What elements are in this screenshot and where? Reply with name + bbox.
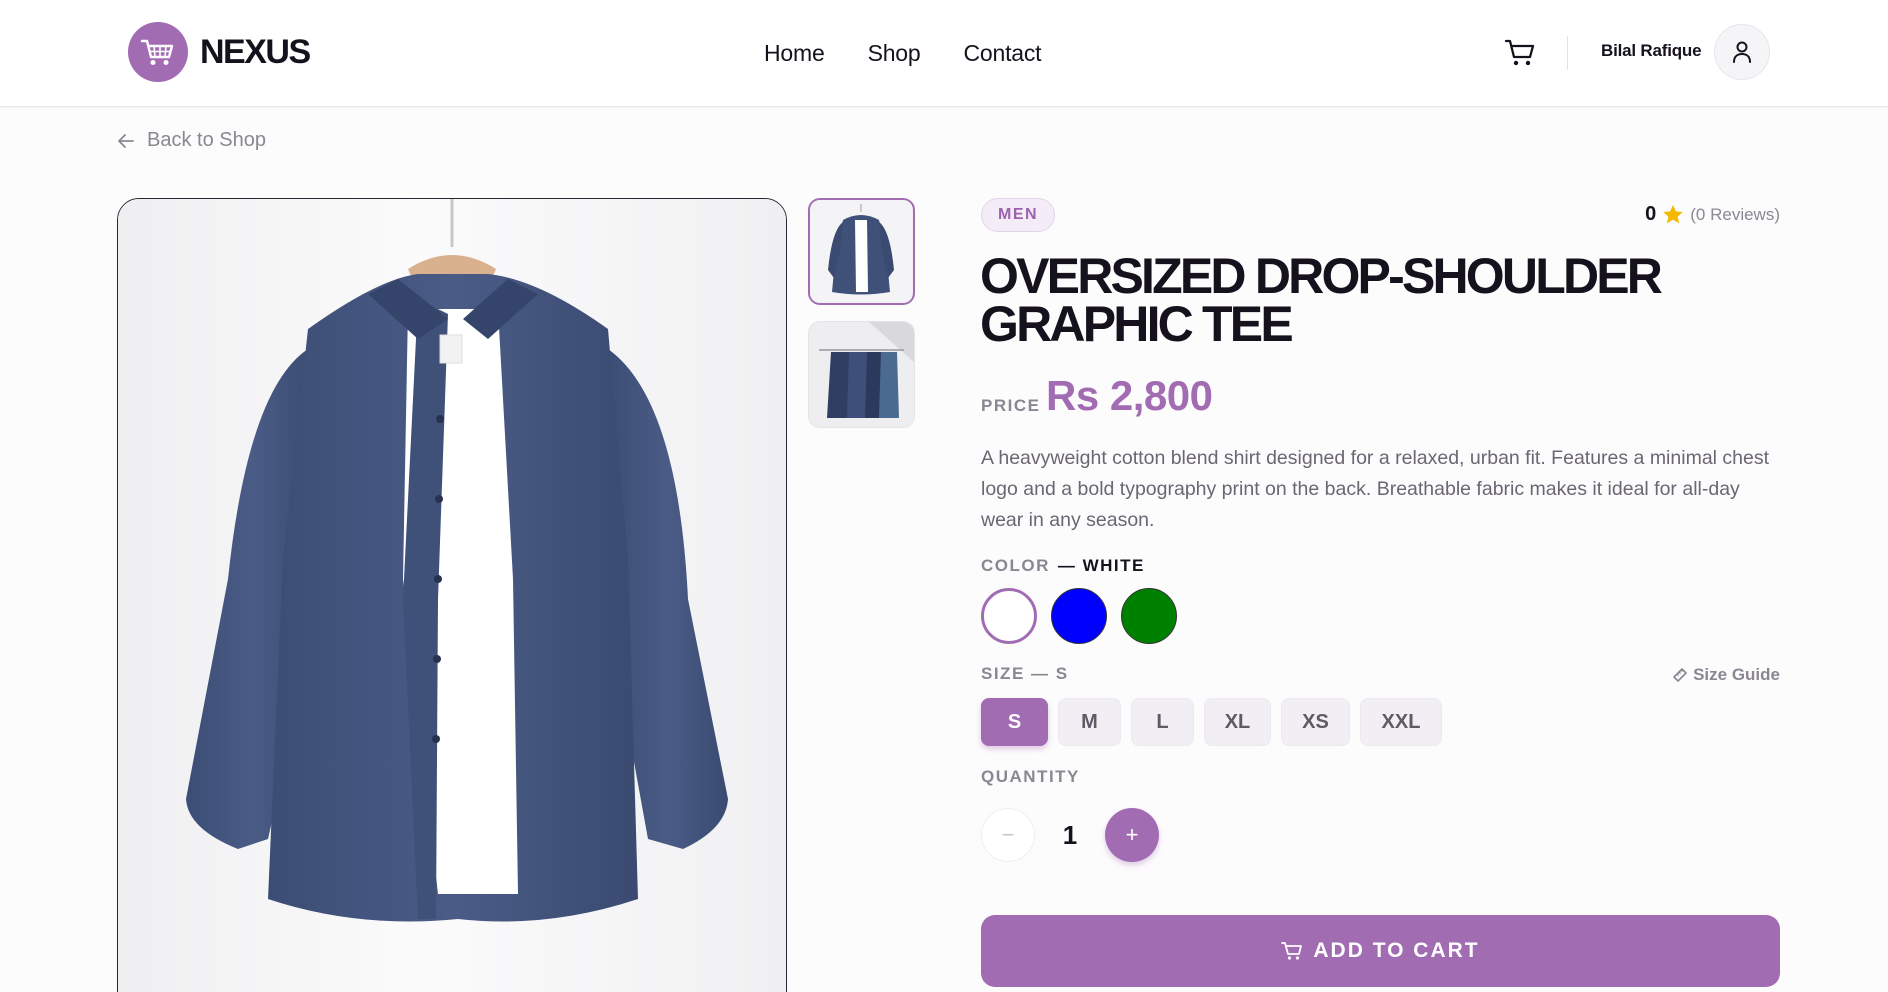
size-label: SIZE — S (981, 664, 1069, 683)
color-label: COLOR — WHITE (981, 556, 1145, 576)
main-nav: Home Shop Contact (764, 40, 1042, 67)
color-swatch-white[interactable] (981, 588, 1037, 644)
quantity-label: QUANTITY (981, 767, 1080, 786)
color-label-text: COLOR (981, 556, 1050, 575)
back-to-shop-link[interactable]: Back to Shop (117, 129, 266, 152)
star-icon (1663, 205, 1684, 224)
cart-icon[interactable] (1500, 34, 1540, 72)
color-swatches (981, 588, 1177, 644)
product-main-image (117, 198, 787, 992)
rating-value: 0 (1645, 203, 1657, 225)
review-count: (0 Reviews) (1690, 204, 1780, 224)
brand-name: NEXUS (200, 32, 311, 71)
size-option-xs[interactable]: XS (1281, 698, 1350, 746)
thumbnail-1[interactable] (808, 198, 915, 305)
size-option-xl[interactable]: XL (1204, 698, 1271, 746)
quantity-value: 1 (1062, 819, 1078, 850)
nav-link-home[interactable]: Home (764, 40, 825, 67)
color-swatch-blue[interactable] (1051, 588, 1107, 644)
back-to-shop-label: Back to Shop (147, 129, 266, 151)
quantity-increase-button[interactable]: + (1105, 808, 1159, 862)
thumbnail-list (808, 198, 915, 428)
thumbnail-2[interactable] (808, 321, 915, 428)
product-title: OVERSIZED DROP-SHOULDER GRAPHIC TEE (980, 248, 1663, 352)
cart-icon (1281, 942, 1303, 960)
size-guide-link[interactable]: Size Guide (1671, 665, 1780, 685)
size-option-m[interactable]: M (1058, 698, 1121, 746)
shopping-cart-logo-icon (128, 22, 188, 82)
header-divider (1567, 36, 1568, 70)
size-options: S M L XL XS XXL (981, 698, 1442, 746)
color-swatch-green[interactable] (1121, 588, 1177, 644)
ruler-icon (1673, 668, 1687, 682)
site-header: NEXUS Home Shop Contact Bilal Rafique (0, 0, 1888, 107)
category-tag[interactable]: MEN (981, 198, 1056, 232)
price-label: PRICE (981, 396, 1041, 415)
size-option-s[interactable]: S (981, 698, 1048, 746)
arrow-left-icon (118, 133, 134, 148)
user-icon (1733, 41, 1751, 63)
brand[interactable]: NEXUS (128, 22, 311, 82)
size-option-l[interactable]: L (1131, 698, 1194, 746)
user-avatar[interactable] (1714, 24, 1770, 80)
size-option-xxl[interactable]: XXL (1360, 698, 1442, 746)
add-to-cart-label: ADD TO CART (1313, 939, 1480, 962)
selected-color-text: — WHITE (1057, 556, 1145, 575)
add-to-cart-button[interactable]: ADD TO CART (981, 915, 1780, 987)
product-description: A heavyweight cotton blend shirt designe… (981, 447, 1770, 531)
user-name[interactable]: Bilal Rafique (1601, 41, 1702, 61)
product-price: Rs 2,800 (1046, 372, 1213, 419)
nav-link-contact[interactable]: Contact (963, 40, 1041, 67)
quantity-stepper: − 1 + (981, 808, 1159, 862)
nav-link-shop[interactable]: Shop (868, 40, 921, 67)
quantity-decrease-button[interactable]: − (981, 808, 1035, 862)
size-guide-label: Size Guide (1693, 665, 1780, 684)
rating[interactable]: 0 (0 Reviews) (1645, 203, 1780, 226)
